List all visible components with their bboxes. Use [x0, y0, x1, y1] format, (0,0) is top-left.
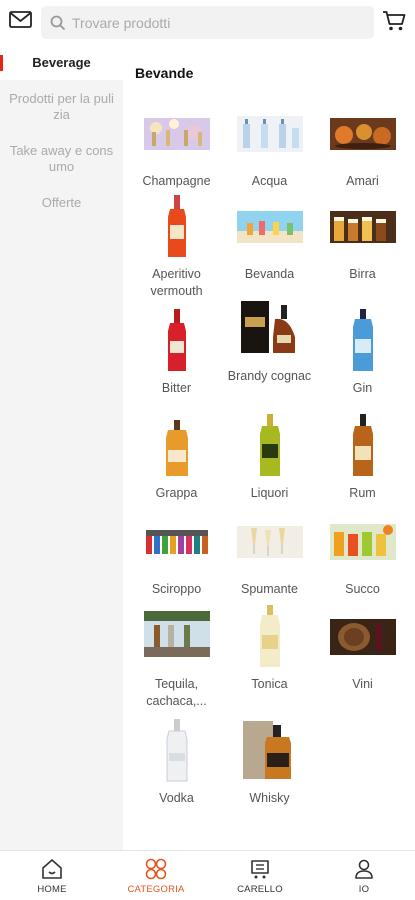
- category-tile[interactable]: Tequila, cachaca,...: [130, 605, 223, 710]
- category-label: Liquori: [250, 486, 289, 500]
- category-tile[interactable]: Bitter: [130, 309, 223, 397]
- cart-icon: [251, 860, 269, 879]
- sidebar-item-cleaning[interactable]: Prodotti per la pulizia: [0, 91, 123, 123]
- wine-barrel-image: [329, 619, 396, 655]
- beer-glasses-image: [329, 211, 396, 243]
- category-tile[interactable]: Amari: [316, 102, 409, 190]
- category-tile[interactable]: Vodka: [130, 719, 223, 807]
- category-tile[interactable]: Birra: [316, 195, 409, 283]
- bottom-nav: HOME CATEGORIA CARELLO IO: [0, 850, 415, 900]
- cognac-box-image: [240, 301, 295, 353]
- sparkling-glasses-image: [236, 526, 303, 558]
- tonic-bottle-image: [259, 605, 280, 667]
- grappa-bottle-image: [165, 420, 188, 476]
- nav-home[interactable]: HOME: [0, 851, 104, 900]
- category-tile[interactable]: Whisky: [223, 719, 316, 807]
- category-label: Vini: [352, 677, 373, 691]
- category-label: Succo: [345, 582, 380, 596]
- category-tile[interactable]: Succo: [316, 510, 409, 598]
- search-input[interactable]: [72, 6, 367, 39]
- rum-bottle-image: [352, 414, 373, 476]
- category-label: Bevanda: [244, 267, 295, 281]
- category-content: Bevande Champagne Acqua Amari Aperitivo …: [123, 46, 415, 850]
- profile-icon: [355, 859, 373, 879]
- sidebar-item-takeaway[interactable]: Take away e consumo: [0, 143, 123, 175]
- category-label: Birra: [349, 267, 376, 281]
- tequila-bar-image: [143, 611, 210, 657]
- nav-profile[interactable]: IO: [312, 851, 415, 900]
- category-tile[interactable]: Tonica: [223, 605, 316, 693]
- section-title: Bevande: [135, 65, 194, 81]
- top-bar: [0, 0, 415, 46]
- category-label: Sciroppo: [151, 582, 202, 596]
- category-label: Tonica: [251, 677, 288, 691]
- search-icon: [50, 15, 66, 31]
- category-tile[interactable]: Grappa: [130, 414, 223, 502]
- category-tile[interactable]: Vini: [316, 605, 409, 693]
- category-tile[interactable]: Gin: [316, 309, 409, 397]
- liqueur-bottle-image: [259, 414, 280, 476]
- whisky-box-image: [242, 721, 291, 779]
- champagne-image: [143, 118, 210, 150]
- category-label: Tequila, cachaca,...: [146, 677, 207, 708]
- category-label: Amari: [346, 174, 379, 188]
- nav-label: CATEGORIA: [127, 884, 185, 895]
- nav-label: HOME: [37, 884, 67, 895]
- category-sidebar: Beverage Prodotti per la pulizia Take aw…: [0, 46, 123, 850]
- bitter-bottle-image: [167, 309, 186, 371]
- category-label: Grappa: [155, 486, 198, 500]
- category-tile[interactable]: Acqua: [223, 102, 316, 190]
- juice-glasses-image: [329, 524, 396, 560]
- gin-bottle-image: [352, 309, 373, 371]
- category-tile[interactable]: Champagne: [130, 102, 223, 190]
- category-tile[interactable]: Brandy cognac: [223, 297, 316, 385]
- category-label: Bitter: [161, 381, 192, 395]
- beverage-beach-image: [236, 211, 303, 243]
- category-label: Acqua: [251, 174, 288, 188]
- home-icon: [42, 859, 62, 879]
- category-tile[interactable]: Spumante: [223, 510, 316, 598]
- category-tile[interactable]: Aperitivo vermouth: [130, 195, 223, 300]
- category-label: Spumante: [241, 582, 298, 596]
- mail-icon[interactable]: [9, 11, 32, 28]
- category-icon: [145, 858, 167, 880]
- category-label: Rum: [349, 486, 376, 500]
- nav-label: IO: [358, 884, 370, 895]
- category-label: Brandy cognac: [227, 369, 312, 383]
- vodka-bottle-image: [166, 719, 187, 782]
- category-tile[interactable]: Sciroppo: [130, 510, 223, 598]
- aperitivo-bottle-image: [167, 195, 186, 257]
- sidebar-item-offers[interactable]: Offerte: [0, 195, 123, 211]
- syrup-bottles-image: [145, 530, 208, 554]
- category-tile[interactable]: Bevanda: [223, 195, 316, 283]
- cart-icon[interactable]: [382, 10, 406, 32]
- category-label: Champagne: [142, 174, 211, 188]
- amari-image: [329, 118, 396, 150]
- sidebar-item-beverage[interactable]: Beverage: [0, 46, 123, 80]
- category-label: Gin: [352, 381, 373, 395]
- category-tile[interactable]: Liquori: [223, 414, 316, 502]
- search-bar[interactable]: [41, 6, 374, 39]
- nav-label: CARELLO: [237, 884, 283, 895]
- nav-cart[interactable]: CARELLO: [208, 851, 312, 900]
- category-label: Whisky: [249, 791, 290, 805]
- category-label: Aperitivo vermouth: [150, 267, 203, 298]
- water-image: [236, 116, 303, 152]
- nav-category[interactable]: CATEGORIA: [104, 851, 208, 900]
- category-label: Vodka: [159, 791, 194, 805]
- category-tile[interactable]: Rum: [316, 414, 409, 502]
